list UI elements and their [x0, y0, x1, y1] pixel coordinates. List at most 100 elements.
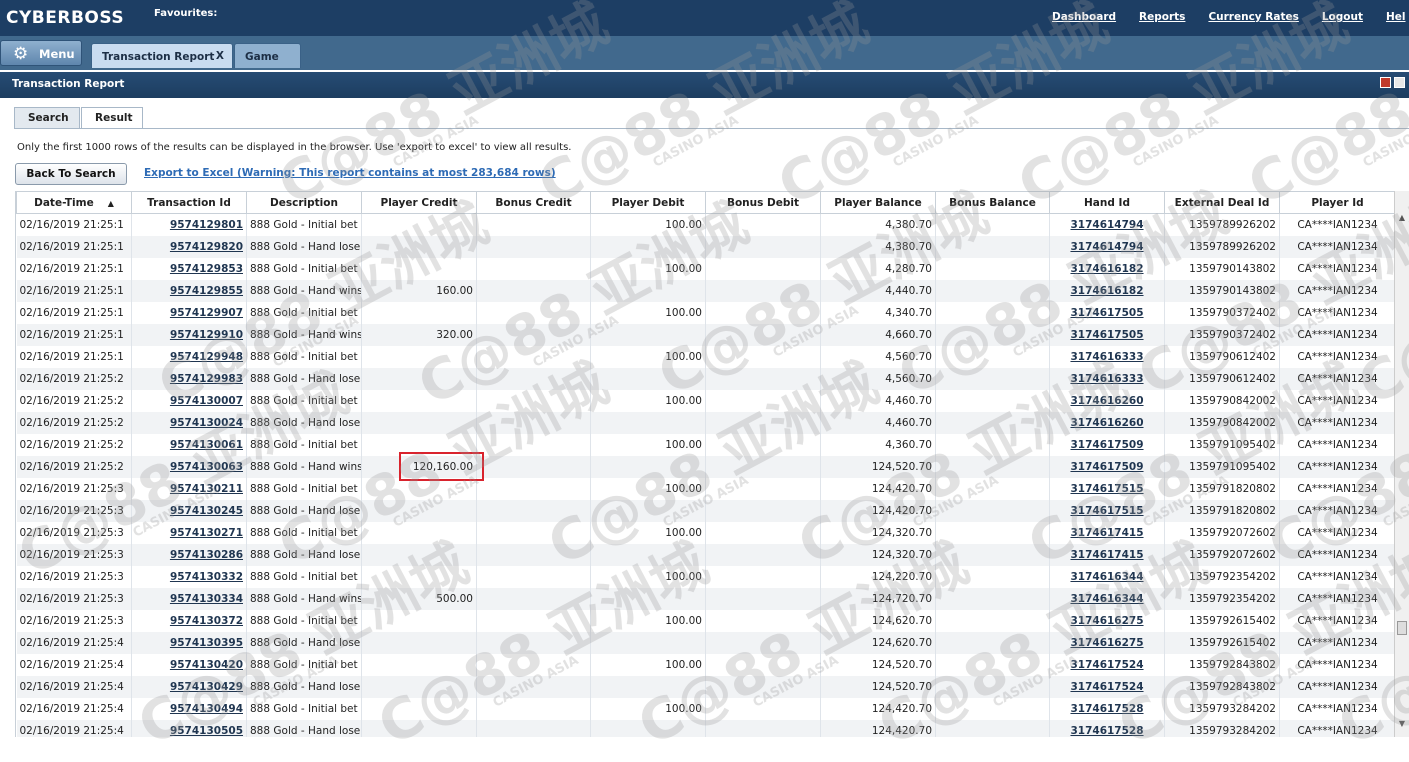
col-hand-id[interactable]: Hand Id: [1049, 191, 1165, 214]
tab-transaction-report[interactable]: Transaction Report X: [91, 43, 233, 68]
cell-transaction-id[interactable]: 9574129855: [131, 279, 247, 302]
col-player-balance[interactable]: Player Balance: [820, 191, 936, 214]
cell-hand-id[interactable]: 3174617505: [1049, 323, 1165, 346]
table-row[interactable]: 02/16/2019 21:25:2 9574130061 888 Gold - I…: [16, 433, 1394, 456]
cell-transaction-id[interactable]: 9574129820: [131, 235, 247, 258]
scroll-up-icon[interactable]: ▲: [1397, 213, 1407, 223]
table-row[interactable]: 02/16/2019 21:25:3 9574130271 888 Gold - I…: [16, 521, 1394, 544]
cell-hand-id[interactable]: 3174617509: [1049, 455, 1165, 478]
cell-transaction-id[interactable]: 9574130420: [131, 653, 247, 676]
cell-hand-id[interactable]: 3174617415: [1049, 543, 1165, 566]
table-row[interactable]: 02/16/2019 21:25:4 9574130494 888 Gold - I…: [16, 697, 1394, 720]
cell-hand-id[interactable]: 3174614794: [1049, 213, 1165, 236]
cell-hand-id[interactable]: 3174616260: [1049, 389, 1165, 412]
col-player-debit[interactable]: Player Debit: [590, 191, 706, 214]
vertical-scrollbar[interactable]: ▲ ▼: [1394, 191, 1409, 737]
cell-transaction-id[interactable]: 9574129948: [131, 345, 247, 368]
cell-hand-id[interactable]: 3174617515: [1049, 477, 1165, 500]
export-to-excel-link[interactable]: Export to Excel (Warning: This report co…: [144, 167, 556, 179]
table-row[interactable]: 02/16/2019 21:25:2 9574130024 888 Gold - H…: [16, 411, 1394, 434]
table-row[interactable]: 02/16/2019 21:25:4 9574130429 888 Gold - H…: [16, 675, 1394, 698]
cell-transaction-id[interactable]: 9574130334: [131, 587, 247, 610]
table-row[interactable]: 02/16/2019 21:25:3 9574130245 888 Gold - H…: [16, 499, 1394, 522]
cell-hand-id[interactable]: 3174617528: [1049, 697, 1165, 720]
cell-transaction-id[interactable]: 9574130286: [131, 543, 247, 566]
cell-transaction-id[interactable]: 9574129801: [131, 213, 247, 236]
table-row[interactable]: 02/16/2019 21:25:2 9574130007 888 Gold - I…: [16, 389, 1394, 412]
cell-hand-id[interactable]: 3174616333: [1049, 345, 1165, 368]
cell-transaction-id[interactable]: 9574130372: [131, 609, 247, 632]
cell-hand-id[interactable]: 3174617528: [1049, 719, 1165, 737]
nav-currency-rates-link[interactable]: Currency Rates: [1208, 11, 1298, 23]
table-row[interactable]: 02/16/2019 21:25:4 9574130505 888 Gold - H…: [16, 719, 1394, 737]
cell-hand-id[interactable]: 3174617505: [1049, 301, 1165, 324]
table-row[interactable]: 02/16/2019 21:25:2 9574130063 888 Gold - H…: [16, 455, 1394, 478]
col-bonus-credit[interactable]: Bonus Credit: [476, 191, 591, 214]
minimize-icon[interactable]: [1380, 77, 1391, 88]
cell-hand-id[interactable]: 3174616275: [1049, 631, 1165, 654]
col-date-time[interactable]: Date-Time ▲: [16, 191, 132, 214]
table-row[interactable]: 02/16/2019 21:25:3 9574130332 888 Gold - I…: [16, 565, 1394, 588]
cell-hand-id[interactable]: 3174617524: [1049, 653, 1165, 676]
cell-transaction-id[interactable]: 9574130271: [131, 521, 247, 544]
col-description[interactable]: Description: [246, 191, 362, 214]
cell-transaction-id[interactable]: 9574130245: [131, 499, 247, 522]
table-row[interactable]: 02/16/2019 21:25:1 9574129910 888 Gold - H…: [16, 323, 1394, 346]
cell-transaction-id[interactable]: 9574130024: [131, 411, 247, 434]
cell-hand-id[interactable]: 3174616344: [1049, 587, 1165, 610]
table-row[interactable]: 02/16/2019 21:25:3 9574130334 888 Gold - H…: [16, 587, 1394, 610]
col-transaction-id[interactable]: Transaction Id: [131, 191, 247, 214]
table-row[interactable]: 02/16/2019 21:25:2 9574129983 888 Gold - H…: [16, 367, 1394, 390]
scroll-thumb[interactable]: [1397, 621, 1407, 635]
nav-logout-link[interactable]: Logout: [1322, 11, 1363, 23]
cell-hand-id[interactable]: 3174616260: [1049, 411, 1165, 434]
cell-hand-id[interactable]: 3174616333: [1049, 367, 1165, 390]
nav-help-link[interactable]: Hel: [1386, 11, 1406, 23]
table-row[interactable]: 02/16/2019 21:25:4 9574130420 888 Gold - I…: [16, 653, 1394, 676]
cell-hand-id[interactable]: 3174616344: [1049, 565, 1165, 588]
cell-transaction-id[interactable]: 9574129910: [131, 323, 247, 346]
col-bonus-balance[interactable]: Bonus Balance: [935, 191, 1050, 214]
cell-transaction-id[interactable]: 9574130063: [131, 455, 247, 478]
cell-transaction-id[interactable]: 9574130494: [131, 697, 247, 720]
col-bonus-debit[interactable]: Bonus Debit: [705, 191, 821, 214]
col-external-deal-id[interactable]: External Deal Id: [1164, 191, 1280, 214]
table-row[interactable]: 02/16/2019 21:25:1 9574129948 888 Gold - I…: [16, 345, 1394, 368]
table-row[interactable]: 02/16/2019 21:25:1 9574129907 888 Gold - I…: [16, 301, 1394, 324]
nav-dashboard-link[interactable]: Dashboard: [1052, 11, 1116, 23]
table-row[interactable]: 02/16/2019 21:25:1 9574129855 888 Gold - H…: [16, 279, 1394, 302]
cell-transaction-id[interactable]: 9574130429: [131, 675, 247, 698]
menu-button[interactable]: ⚙ Menu: [0, 40, 82, 66]
table-row[interactable]: 02/16/2019 21:25:1 9574129801 888 Gold - I…: [16, 213, 1394, 236]
cell-transaction-id[interactable]: 9574129853: [131, 257, 247, 280]
cell-hand-id[interactable]: 3174617524: [1049, 675, 1165, 698]
cell-hand-id[interactable]: 3174616275: [1049, 609, 1165, 632]
col-player-id[interactable]: Player Id: [1279, 191, 1394, 214]
cell-hand-id[interactable]: 3174617509: [1049, 433, 1165, 456]
cell-transaction-id[interactable]: 9574129907: [131, 301, 247, 324]
col-player-credit[interactable]: Player Credit: [361, 191, 477, 214]
table-row[interactable]: 02/16/2019 21:25:1 9574129820 888 Gold - H…: [16, 235, 1394, 258]
tab-search[interactable]: Search: [14, 107, 80, 128]
cell-hand-id[interactable]: 3174616182: [1049, 279, 1165, 302]
table-row[interactable]: 02/16/2019 21:25:4 9574130395 888 Gold - H…: [16, 631, 1394, 654]
table-row[interactable]: 02/16/2019 21:25:3 9574130211 888 Gold - I…: [16, 477, 1394, 500]
close-icon[interactable]: X: [216, 50, 224, 62]
cell-hand-id[interactable]: 3174614794: [1049, 235, 1165, 258]
scroll-down-icon[interactable]: ▼: [1397, 719, 1407, 729]
cell-hand-id[interactable]: 3174617515: [1049, 499, 1165, 522]
nav-reports-link[interactable]: Reports: [1139, 11, 1185, 23]
cell-hand-id[interactable]: 3174616182: [1049, 257, 1165, 280]
maximize-icon[interactable]: [1394, 77, 1405, 88]
table-row[interactable]: 02/16/2019 21:25:1 9574129853 888 Gold - I…: [16, 257, 1394, 280]
cell-transaction-id[interactable]: 9574130007: [131, 389, 247, 412]
tab-result[interactable]: Result: [81, 107, 143, 129]
back-to-search-button[interactable]: Back To Search: [15, 163, 127, 185]
tab-game[interactable]: Game: [234, 43, 301, 68]
table-row[interactable]: 02/16/2019 21:25:3 9574130372 888 Gold - I…: [16, 609, 1394, 632]
cell-transaction-id[interactable]: 9574130395: [131, 631, 247, 654]
cell-hand-id[interactable]: 3174617415: [1049, 521, 1165, 544]
cell-transaction-id[interactable]: 9574130211: [131, 477, 247, 500]
cell-transaction-id[interactable]: 9574129983: [131, 367, 247, 390]
table-row[interactable]: 02/16/2019 21:25:3 9574130286 888 Gold - H…: [16, 543, 1394, 566]
